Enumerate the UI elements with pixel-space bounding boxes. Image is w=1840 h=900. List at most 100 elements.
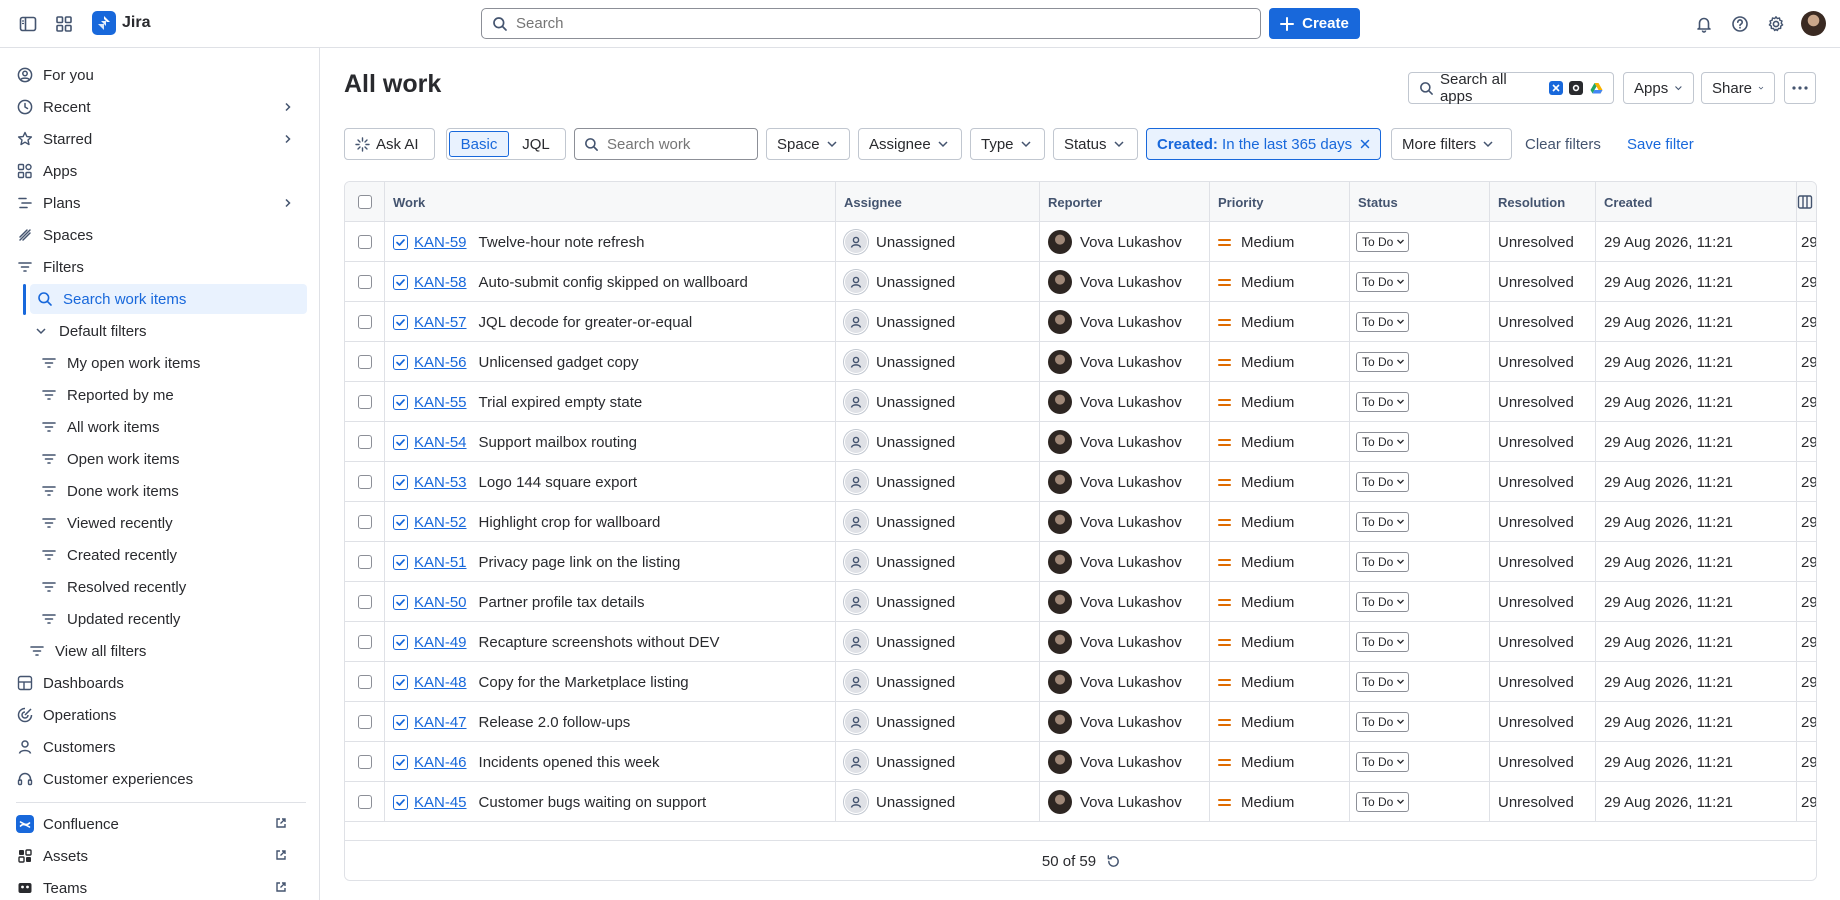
work-item-key-link[interactable]: KAN-57 [414, 314, 467, 331]
work-item-key-link[interactable]: KAN-45 [414, 794, 467, 811]
column-header-created[interactable]: Created [1596, 182, 1797, 222]
sidebar-item-customer-experiences[interactable]: Customer experiences [16, 764, 307, 794]
more-filters-dropdown[interactable]: More filters [1391, 128, 1512, 160]
status-filter-dropdown[interactable]: Status [1053, 128, 1138, 160]
global-search[interactable] [481, 8, 1261, 39]
sidebar-item-assets[interactable]: Assets [16, 841, 307, 871]
table-row[interactable]: KAN-56 Unlicensed gadget copy Unassigned Vo… [345, 342, 1816, 382]
work-item-key-link[interactable]: KAN-55 [414, 394, 467, 411]
assignee-cell[interactable]: Unassigned [836, 422, 1040, 462]
table-row[interactable]: KAN-51 Privacy page link on the listing Un… [345, 542, 1816, 582]
column-picker-icon[interactable] [1797, 182, 1816, 222]
table-row[interactable]: KAN-57 JQL decode for greater-or-equal Una… [345, 302, 1816, 342]
table-row[interactable]: KAN-48 Copy for the Marketplace listing Un… [345, 662, 1816, 702]
filter-updated-recently[interactable]: Updated recently [40, 604, 307, 634]
column-header-assignee[interactable]: Assignee [836, 182, 1040, 222]
row-checkbox[interactable] [358, 635, 372, 649]
work-item-key-link[interactable]: KAN-50 [414, 594, 467, 611]
assignee-cell[interactable]: Unassigned [836, 582, 1040, 622]
gear-icon[interactable] [1762, 10, 1790, 38]
status-dropdown[interactable]: To Do [1356, 792, 1410, 812]
work-item-summary[interactable]: Highlight crop for wallboard [479, 514, 661, 531]
space-filter-dropdown[interactable]: Space [766, 128, 850, 160]
assignee-cell[interactable]: Unassigned [836, 262, 1040, 302]
row-checkbox[interactable] [358, 435, 372, 449]
status-dropdown[interactable]: To Do [1356, 672, 1410, 692]
bell-icon[interactable] [1690, 10, 1718, 38]
row-checkbox[interactable] [358, 515, 372, 529]
select-all-checkbox[interactable] [358, 195, 372, 209]
more-actions-button[interactable] [1784, 72, 1816, 104]
sidebar-item-apps[interactable]: Apps [16, 156, 307, 186]
save-filter-button[interactable]: Save filter [1627, 128, 1694, 160]
work-item-summary[interactable]: Privacy page link on the listing [479, 554, 681, 571]
sidebar-item-search-work-items[interactable]: Search work items [30, 284, 307, 314]
jira-logo-icon[interactable] [92, 11, 116, 35]
search-all-apps-button[interactable]: Search all apps [1408, 71, 1614, 105]
table-row[interactable]: KAN-53 Logo 144 square export Unassigned Vo… [345, 462, 1816, 502]
work-item-summary[interactable]: Twelve-hour note refresh [479, 234, 645, 251]
assignee-cell[interactable]: Unassigned [836, 782, 1040, 822]
row-checkbox[interactable] [358, 395, 372, 409]
sidebar-item-starred[interactable]: Starred [16, 124, 307, 154]
assignee-cell[interactable]: Unassigned [836, 702, 1040, 742]
jql-mode-button[interactable]: JQL [509, 136, 563, 153]
sidebar-toggle-icon[interactable] [14, 10, 42, 38]
assignee-cell[interactable]: Unassigned [836, 742, 1040, 782]
assignee-cell[interactable]: Unassigned [836, 542, 1040, 582]
work-item-summary[interactable]: Trial expired empty state [479, 394, 643, 411]
status-dropdown[interactable]: To Do [1356, 512, 1410, 532]
row-checkbox[interactable] [358, 475, 372, 489]
assignee-cell[interactable]: Unassigned [836, 382, 1040, 422]
assignee-cell[interactable]: Unassigned [836, 222, 1040, 262]
work-item-summary[interactable]: Logo 144 square export [479, 474, 637, 491]
assignee-cell[interactable]: Unassigned [836, 342, 1040, 382]
row-checkbox[interactable] [358, 755, 372, 769]
sidebar-item-operations[interactable]: Operations [16, 700, 307, 730]
work-item-summary[interactable]: Customer bugs waiting on support [479, 794, 707, 811]
share-dropdown[interactable]: Share [1701, 72, 1775, 104]
work-item-key-link[interactable]: KAN-53 [414, 474, 467, 491]
sidebar-item-dashboards[interactable]: Dashboards [16, 668, 307, 698]
sidebar-item-for-you[interactable]: For you [16, 60, 307, 90]
assignee-cell[interactable]: Unassigned [836, 302, 1040, 342]
work-item-key-link[interactable]: KAN-47 [414, 714, 467, 731]
work-item-summary[interactable]: Auto-submit config skipped on wallboard [479, 274, 748, 291]
close-icon[interactable] [1360, 139, 1370, 149]
table-row[interactable]: KAN-45 Customer bugs waiting on support Un… [345, 782, 1816, 822]
status-dropdown[interactable]: To Do [1356, 312, 1410, 332]
sidebar-item-default-filters[interactable]: Default filters [30, 316, 307, 346]
table-row[interactable]: KAN-55 Trial expired empty state Unassigne… [345, 382, 1816, 422]
ask-ai-button[interactable]: Ask AI [344, 128, 435, 160]
work-item-key-link[interactable]: KAN-46 [414, 754, 467, 771]
sidebar-item-plans[interactable]: Plans [16, 188, 307, 218]
sidebar-item-teams[interactable]: Teams [16, 873, 307, 900]
column-header-status[interactable]: Status [1350, 182, 1490, 222]
global-search-input[interactable] [516, 15, 1216, 32]
assignee-cell[interactable]: Unassigned [836, 502, 1040, 542]
profile-avatar[interactable] [1801, 11, 1826, 36]
filter-resolved-recently[interactable]: Resolved recently [40, 572, 307, 602]
filter-open-work-items[interactable]: Open work items [40, 444, 307, 474]
status-dropdown[interactable]: To Do [1356, 472, 1410, 492]
table-row[interactable]: KAN-52 Highlight crop for wallboard Unassi… [345, 502, 1816, 542]
status-dropdown[interactable]: To Do [1356, 392, 1410, 412]
work-item-key-link[interactable]: KAN-48 [414, 674, 467, 691]
work-item-summary[interactable]: Recapture screenshots without DEV [479, 634, 720, 651]
work-item-summary[interactable]: Unlicensed gadget copy [479, 354, 639, 371]
status-dropdown[interactable]: To Do [1356, 552, 1410, 572]
work-item-key-link[interactable]: KAN-49 [414, 634, 467, 651]
filter-reported-by-me[interactable]: Reported by me [40, 380, 307, 410]
status-dropdown[interactable]: To Do [1356, 592, 1410, 612]
table-row[interactable]: KAN-46 Incidents opened this week Unassign… [345, 742, 1816, 782]
help-icon[interactable] [1726, 10, 1754, 38]
type-filter-dropdown[interactable]: Type [970, 128, 1045, 160]
column-header-resolution[interactable]: Resolution [1490, 182, 1596, 222]
table-row[interactable]: KAN-54 Support mailbox routing Unassigned V… [345, 422, 1816, 462]
column-header-work[interactable]: Work [385, 182, 836, 222]
filter-viewed-recently[interactable]: Viewed recently [40, 508, 307, 538]
sidebar-item-recent[interactable]: Recent [16, 92, 307, 122]
basic-mode-button[interactable]: Basic [449, 131, 509, 157]
sidebar-item-view-all-filters[interactable]: View all filters [28, 636, 307, 666]
filter-all-work-items[interactable]: All work items [40, 412, 307, 442]
